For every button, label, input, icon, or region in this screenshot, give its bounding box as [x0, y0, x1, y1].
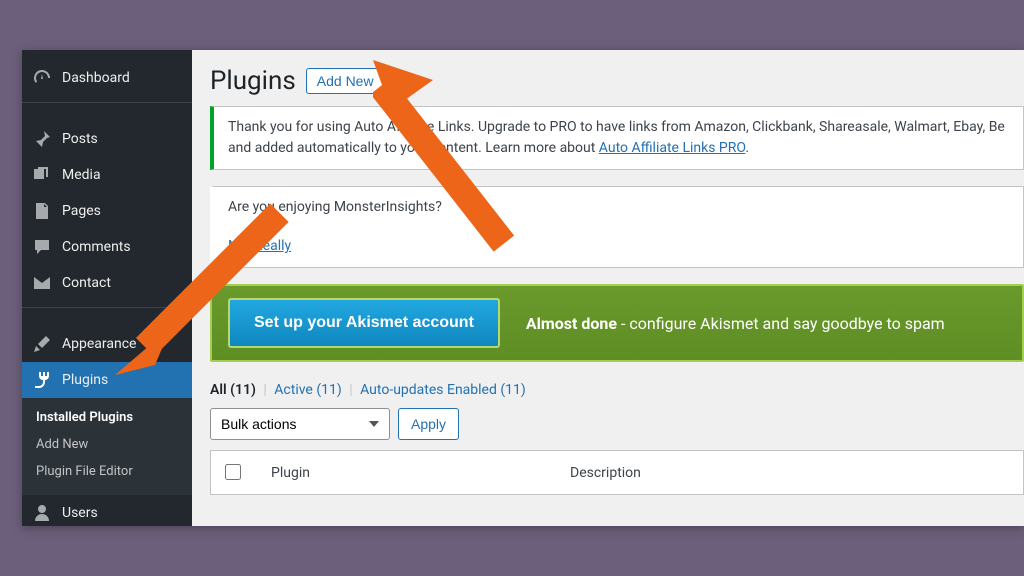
- mail-icon: [32, 273, 52, 293]
- notice-affiliate: Thank you for using Auto Affiliate Links…: [210, 106, 1024, 170]
- sidebar-label: Pages: [62, 203, 101, 219]
- sidebar-item-comments[interactable]: Comments: [22, 229, 192, 265]
- comment-icon: [32, 237, 52, 257]
- submenu-add-new[interactable]: Add New: [22, 431, 192, 458]
- sidebar-item-dashboard[interactable]: Dashboard: [22, 60, 192, 96]
- notice-dot: .: [745, 140, 749, 156]
- submenu-plugin-file-editor[interactable]: Plugin File Editor: [22, 458, 192, 485]
- sidebar-label: Comments: [62, 239, 131, 255]
- page-title: Plugins: [210, 66, 296, 96]
- banner-strong: Almost done: [526, 314, 617, 333]
- sidebar-separator: [22, 307, 192, 322]
- banner-rest: - configure Akismet and say goodbye to s…: [617, 314, 945, 333]
- table-col-checkbox: [211, 451, 262, 495]
- sidebar-item-media[interactable]: Media: [22, 157, 192, 193]
- akismet-banner: Set up your Akismet account Almost done …: [210, 284, 1024, 362]
- notice-text: and added automatically to your content.…: [228, 140, 599, 156]
- add-new-button[interactable]: Add New: [306, 68, 385, 94]
- pin-icon: [32, 129, 52, 149]
- page-icon: [32, 201, 52, 221]
- sidebar-label: Media: [62, 167, 101, 183]
- sidebar-item-plugins[interactable]: Plugins: [22, 362, 192, 398]
- filter-active[interactable]: Active (11): [274, 382, 341, 398]
- sidebar-item-posts[interactable]: Posts: [22, 121, 192, 157]
- plugin-filters: All (11) | Active (11) | Auto-updates En…: [210, 382, 1024, 398]
- sidebar-separator: [22, 102, 192, 117]
- plugins-table: Plugin Description: [210, 450, 1024, 495]
- notice-not-really-link[interactable]: Not Really: [228, 238, 291, 254]
- brush-icon: [32, 334, 52, 354]
- select-all-checkbox[interactable]: [225, 464, 241, 480]
- media-icon: [32, 165, 52, 185]
- admin-sidebar: Dashboard Posts Media Pages Comments Con…: [22, 50, 192, 526]
- notice-monsterinsights: Are you enjoying MonsterInsights? Not Re…: [210, 186, 1024, 268]
- user-icon: [32, 503, 52, 523]
- notice-text: Thank you for using Auto Affiliate Links…: [228, 119, 1005, 135]
- table-col-plugin[interactable]: Plugin: [261, 451, 560, 495]
- page-heading-row: Plugins Add New: [210, 66, 1024, 96]
- sidebar-label: Users: [62, 505, 98, 521]
- sidebar-label: Appearance: [62, 336, 136, 352]
- app-frame: Dashboard Posts Media Pages Comments Con…: [22, 50, 1024, 526]
- submenu-installed-plugins[interactable]: Installed Plugins: [22, 404, 192, 431]
- filter-auto-updates[interactable]: Auto-updates Enabled (11): [360, 382, 526, 398]
- filter-all[interactable]: All (11): [210, 382, 256, 398]
- sidebar-label: Dashboard: [62, 70, 130, 86]
- table-col-description[interactable]: Description: [560, 451, 1023, 495]
- sidebar-item-pages[interactable]: Pages: [22, 193, 192, 229]
- sidebar-label: Contact: [62, 275, 111, 291]
- notice-link[interactable]: Auto Affiliate Links PRO: [599, 140, 746, 156]
- plug-icon: [32, 370, 52, 390]
- gauge-icon: [32, 68, 52, 88]
- sidebar-submenu: Installed Plugins Add New Plugin File Ed…: [22, 398, 192, 495]
- akismet-setup-button[interactable]: Set up your Akismet account: [228, 298, 500, 348]
- sidebar-item-appearance[interactable]: Appearance: [22, 326, 192, 362]
- apply-button[interactable]: Apply: [398, 408, 459, 440]
- main-content: Plugins Add New Thank you for using Auto…: [192, 50, 1024, 526]
- sidebar-label: Plugins: [62, 372, 108, 388]
- banner-text: Almost done - configure Akismet and say …: [526, 314, 945, 333]
- sidebar-label: Posts: [62, 131, 98, 147]
- sidebar-item-contact[interactable]: Contact: [22, 265, 192, 301]
- bulk-actions-select[interactable]: Bulk actions: [210, 408, 390, 440]
- sidebar-item-users[interactable]: Users: [22, 495, 192, 526]
- bulk-actions-row: Bulk actions Apply: [210, 408, 1024, 440]
- notice-question: Are you enjoying MonsterInsights?: [228, 197, 1009, 218]
